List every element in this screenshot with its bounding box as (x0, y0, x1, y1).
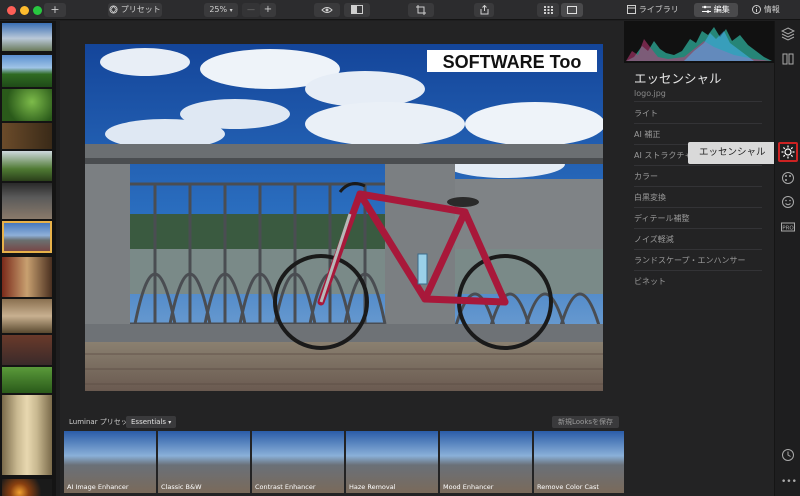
grid-icon (543, 5, 553, 14)
filmstrip-thumbnail[interactable] (2, 335, 52, 365)
compare-icon (351, 5, 363, 14)
watermark-text: SOFTWARE Too (443, 52, 582, 72)
panel-title: エッセンシャル (634, 71, 722, 86)
section-black-white[interactable]: 白黒変換 (634, 187, 762, 208)
close-window-button[interactable] (7, 6, 16, 15)
pro-icon[interactable]: PRO (781, 220, 795, 234)
preset-label: Mood Enhancer (443, 483, 494, 491)
tab-library-label: ライブラリ (638, 5, 679, 14)
preset-classic-bw[interactable]: Classic B&W (158, 431, 250, 493)
filmstrip-thumbnail[interactable] (2, 299, 52, 333)
zoom-select[interactable]: 25% ▾ (204, 3, 238, 17)
filmstrip-thumbnail[interactable] (2, 55, 52, 87)
sun-icon (781, 145, 795, 159)
filmstrip-thumbnail[interactable] (2, 479, 52, 496)
crop-icon (416, 4, 426, 15)
zoom-window-button[interactable] (33, 6, 42, 15)
histogram (624, 21, 774, 63)
palette-icon[interactable] (781, 171, 795, 185)
crop-button[interactable] (408, 3, 434, 17)
filmstrip-thumbnail[interactable] (2, 395, 52, 475)
filmstrip[interactable] (0, 21, 56, 496)
tab-info-label: 情報 (763, 5, 780, 14)
compare-button[interactable] (344, 3, 370, 17)
preset-ai-image-enhancer[interactable]: AI Image Enhancer (64, 431, 156, 493)
zoom-in-button[interactable]: + (260, 3, 276, 17)
preset-label: Haze Removal (349, 483, 396, 491)
sliders-icon (702, 5, 712, 13)
single-view-button[interactable] (561, 3, 583, 17)
presets-label: プリセット (120, 5, 161, 14)
preset-label: AI Image Enhancer (67, 483, 129, 491)
save-looks-button[interactable]: 新規Looksを保存 (552, 416, 620, 428)
section-landscape-enhancer[interactable]: ランドスケープ・エンハンサー (634, 250, 762, 271)
preview-button[interactable] (314, 3, 340, 17)
essentials-tooltip: エッセンシャル (688, 142, 776, 164)
tool-rail: PRO ••• (774, 21, 800, 496)
edited-photo: SOFTWARE Too (85, 44, 603, 391)
share-button[interactable] (474, 3, 494, 17)
presets-icon (109, 5, 118, 14)
preset-strip[interactable]: AI Image Enhancer Classic B&W Contrast E… (64, 431, 624, 493)
presets-prefix-label: Luminar プリセット (69, 418, 135, 426)
tab-info[interactable]: 情報 (744, 3, 788, 17)
history-icon[interactable] (781, 448, 795, 462)
divider (634, 101, 762, 102)
photo-canvas[interactable]: SOFTWARE Too (85, 44, 603, 391)
preset-category-select[interactable]: Essentials ▾ (126, 416, 177, 428)
section-details[interactable]: ディテール補整 (634, 208, 762, 229)
section-color[interactable]: カラー (634, 166, 762, 187)
preset-contrast-enhancer[interactable]: Contrast Enhancer (252, 431, 344, 493)
filmstrip-thumbnail[interactable] (2, 183, 52, 219)
section-light[interactable]: ライト (634, 103, 762, 124)
preset-remove-color-cast[interactable]: Remove Color Cast (534, 431, 624, 493)
section-vignette[interactable]: ビネット (634, 271, 762, 292)
zoom-out-button[interactable]: — (242, 3, 260, 17)
presets-bar: Luminar プリセット Essentials ▾ 新規Looksを保存 (60, 415, 624, 429)
filmstrip-thumbnail[interactable] (2, 23, 52, 51)
layers-icon[interactable] (781, 27, 795, 41)
library-icon (627, 5, 637, 14)
add-button[interactable]: + (44, 3, 66, 17)
svg-text:PRO: PRO (782, 226, 794, 232)
grid-view-button[interactable] (537, 3, 559, 17)
edit-panel: エッセンシャル logo.jpg ライト AI 補正 AI ストラクチャー カラ… (624, 21, 774, 496)
filmstrip-thumbnail[interactable] (2, 257, 52, 297)
minimize-window-button[interactable] (20, 6, 29, 15)
preset-category-value: Essentials (131, 418, 167, 426)
title-bar: + プリセット 25% ▾ — + ライブラリ 編集 情報 (0, 0, 800, 20)
zoom-value: 25% (209, 5, 228, 14)
filmstrip-thumbnail[interactable] (2, 123, 52, 149)
chevron-down-icon: ▾ (229, 7, 233, 14)
single-view-icon (567, 5, 577, 14)
info-icon (752, 5, 762, 14)
tab-library[interactable]: ライブラリ (625, 3, 681, 17)
smile-icon[interactable] (781, 195, 795, 209)
filmstrip-thumbnail-selected[interactable] (2, 221, 52, 253)
preset-label: Remove Color Cast (537, 483, 599, 491)
presets-button[interactable]: プリセット (108, 3, 162, 17)
tab-edit-label: 編集 (713, 5, 730, 14)
preset-haze-removal[interactable]: Haze Removal (346, 431, 438, 493)
chevron-down-icon: ▾ (168, 419, 172, 426)
tab-edit[interactable]: 編集 (694, 3, 738, 17)
eye-icon (321, 6, 333, 13)
preset-label: Classic B&W (161, 483, 202, 491)
share-icon (480, 4, 488, 14)
section-denoise[interactable]: ノイズ軽減 (634, 229, 762, 250)
filmstrip-thumbnail[interactable] (2, 89, 52, 121)
preset-mood-enhancer[interactable]: Mood Enhancer (440, 431, 532, 493)
preset-label: Contrast Enhancer (255, 483, 316, 491)
filmstrip-thumbnail[interactable] (2, 151, 52, 181)
filmstrip-thumbnail[interactable] (2, 367, 52, 393)
more-icon[interactable]: ••• (781, 477, 797, 487)
file-name: logo.jpg (634, 89, 666, 98)
canvas-icon[interactable] (781, 52, 795, 66)
